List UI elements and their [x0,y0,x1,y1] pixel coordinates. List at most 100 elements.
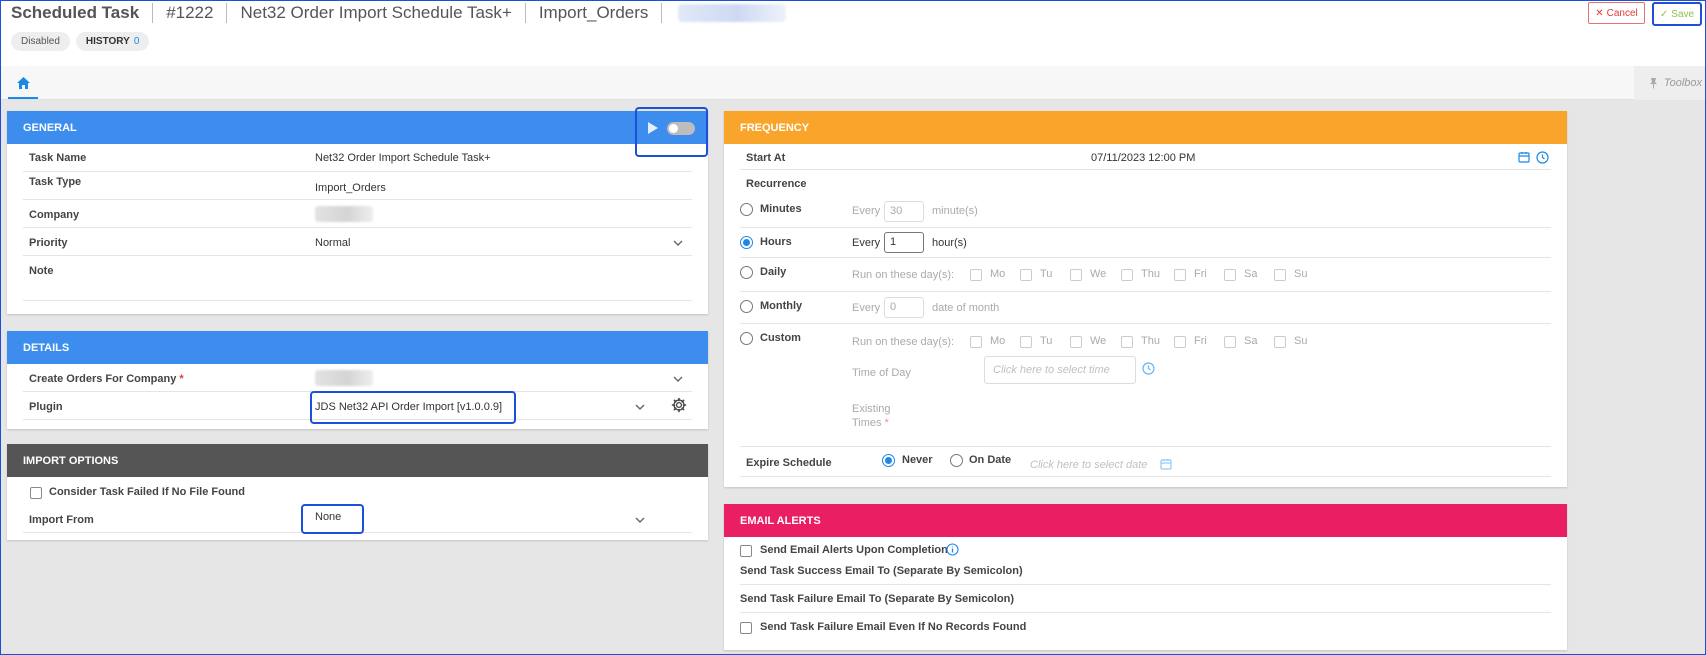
consider-failed-checkbox[interactable] [30,487,42,499]
details-panel: DETAILS Create Orders For Company * Plugi… [7,331,708,429]
home-icon [16,76,31,90]
start-at-value[interactable]: 07/11/2023 12:00 PM [1091,152,1195,164]
hours-input[interactable]: 1 [884,232,924,253]
times-text: Times [852,417,882,429]
chevron-down-icon[interactable] [672,373,684,385]
page-title: Scheduled Task [11,3,140,22]
existing-label: Existing [852,403,891,415]
monthly-radio[interactable] [740,300,753,313]
custom-fri-checkbox[interactable] [1174,336,1186,348]
custom-radio[interactable] [740,332,753,345]
import-from-label: Import From [29,514,94,526]
hours-row: Hours Every 1 hour(s) [740,228,1551,258]
frequency-panel: FREQUENCY Start At 07/11/2023 12:00 PM R… [724,111,1567,487]
cancel-button[interactable]: ✕ Cancel [1588,2,1645,24]
chevron-down-icon[interactable] [634,401,646,413]
email-alerts-panel: EMAIL ALERTS Send Email Alerts Upon Comp… [724,504,1567,650]
custom-tu-checkbox[interactable] [1020,336,1032,348]
custom-sa-checkbox[interactable] [1224,336,1236,348]
history-badge[interactable]: HISTORY 0 [75,32,150,51]
header-task-name: Net32 Order Import Schedule Task+ [226,3,524,23]
on-date-radio[interactable] [950,454,963,467]
gear-icon[interactable] [671,397,687,413]
failure-email-label: Send Task Failure Email To (Separate By … [740,593,1015,605]
note-label: Note [29,265,54,277]
custom-fri-label: Fri [1194,335,1207,347]
daily-thu-checkbox[interactable] [1121,269,1133,281]
task-name-value[interactable]: Net32 Order Import Schedule Task+ [315,152,491,164]
success-email-row[interactable]: Send Task Success Email To (Separate By … [740,557,1551,585]
info-icon[interactable] [946,543,959,556]
custom-thu-checkbox[interactable] [1121,336,1133,348]
never-radio[interactable] [882,454,895,467]
task-id: #1222 [152,3,226,23]
failure-email-row[interactable]: Send Task Failure Email To (Separate By … [740,585,1551,613]
calendar-icon[interactable] [1518,151,1530,163]
title-divider [661,3,663,23]
redacted-company-value [315,206,373,222]
success-email-label: Send Task Success Email To (Separate By … [740,565,1023,577]
header-task-type: Import_Orders [524,3,662,23]
minutes-radio[interactable] [740,203,753,216]
monthly-input[interactable]: 0 [884,297,924,318]
daily-radio[interactable] [740,266,753,279]
daily-we-checkbox[interactable] [1070,269,1082,281]
minutes-input[interactable]: 30 [884,201,924,222]
note-row[interactable]: Note [23,256,692,301]
failure-even-checkbox[interactable] [740,622,752,634]
failure-even-label: Send Task Failure Email Even If No Recor… [760,621,1027,633]
toolbox-button[interactable]: Toolbox [1634,66,1706,100]
task-type-row: Task Type Import_Orders [23,172,692,200]
daily-mo-checkbox[interactable] [970,269,982,281]
clock-icon[interactable] [1142,362,1155,375]
daily-label: Daily [760,266,787,278]
recurrence-label: Recurrence [746,178,807,190]
send-alerts-checkbox[interactable] [740,545,752,557]
daily-run-on-label: Run on these day(s): [852,269,955,281]
tab-home[interactable] [8,69,38,99]
task-type-label: Task Type [29,176,82,188]
time-placeholder: Click here to select time [993,364,1110,376]
required-mark: * [179,373,184,385]
custom-su-checkbox[interactable] [1274,336,1286,348]
save-button[interactable]: ✓ Save [1652,2,1702,26]
minutes-every: Every [852,205,881,217]
calendar-icon[interactable] [1160,458,1172,470]
custom-row: Custom Run on these day(s): Mo Tu We Thu… [740,324,1551,447]
header-badges: Disabled HISTORY 0 [11,32,150,51]
create-orders-row[interactable]: Create Orders For Company * [23,364,692,392]
hours-radio[interactable] [740,236,753,249]
date-placeholder[interactable]: Click here to select date [1030,459,1147,471]
custom-mo-checkbox[interactable] [970,336,982,348]
recurrence-row: Recurrence [740,170,1551,194]
custom-su-label: Su [1294,335,1308,347]
cancel-label: Cancel [1606,7,1638,19]
general-header: GENERAL [7,111,708,144]
daily-tu-checkbox[interactable] [1020,269,1032,281]
minutes-row: Minutes Every 30 minute(s) [740,194,1551,228]
chevron-down-icon[interactable] [672,237,684,249]
daily-fri-label: Fri [1194,268,1207,280]
daily-sa-checkbox[interactable] [1224,269,1236,281]
time-of-day-input[interactable]: Click here to select time [984,356,1136,384]
create-orders-text: Create Orders For Company [29,373,177,385]
start-at-row[interactable]: Start At 07/11/2023 12:00 PM [740,144,1551,170]
chevron-down-icon[interactable] [634,514,646,526]
daily-fri-checkbox[interactable] [1174,269,1186,281]
priority-row[interactable]: Priority Normal [23,228,692,256]
custom-label: Custom [760,332,801,344]
priority-label: Priority [29,237,68,249]
custom-we-label: We [1090,335,1107,347]
company-label: Company [29,209,80,221]
general-panel: GENERAL Task Name Net32 Order Import Sch… [7,107,708,314]
daily-su-checkbox[interactable] [1274,269,1286,281]
daily-we-label: We [1090,268,1107,280]
custom-sa-label: Sa [1244,335,1258,347]
frequency-header: FREQUENCY [724,111,1567,144]
clock-icon[interactable] [1536,151,1549,164]
page-header: Scheduled Task #1222 Net32 Order Import … [0,0,1706,66]
consider-failed-row: Consider Task Failed If No File Found [23,477,692,505]
monthly-unit: date of month [932,302,1000,314]
custom-we-checkbox[interactable] [1070,336,1082,348]
priority-value[interactable]: Normal [315,237,350,249]
